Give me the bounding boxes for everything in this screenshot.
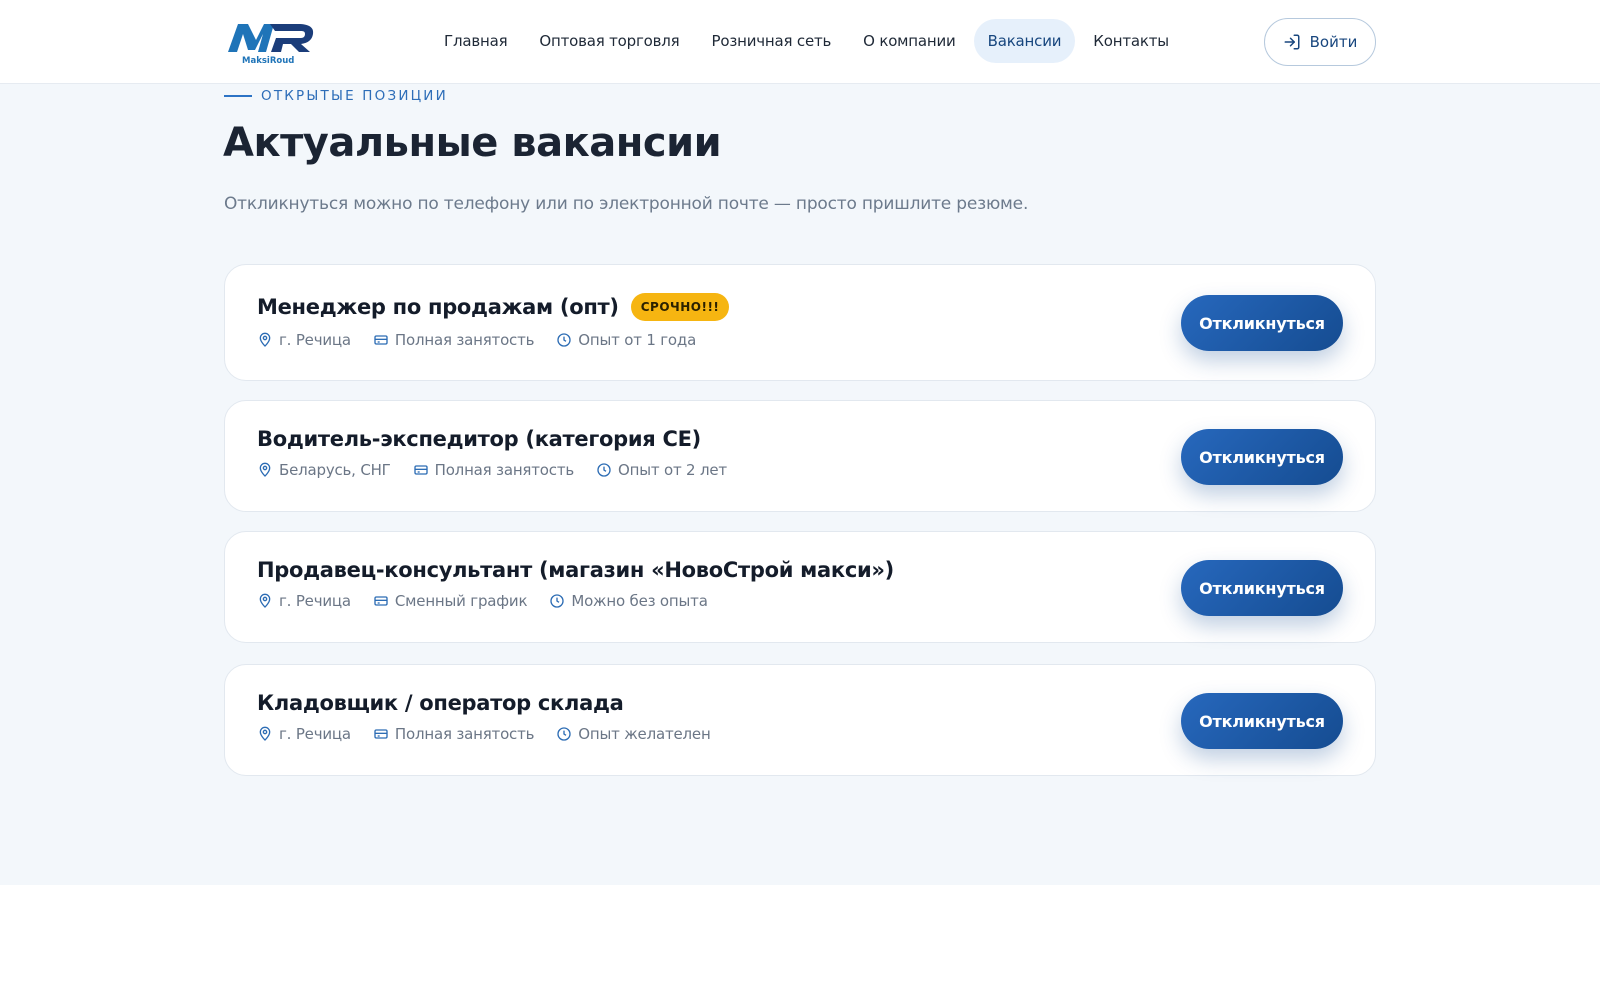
- card-icon: [374, 596, 388, 606]
- nav-item-home[interactable]: Главная: [430, 19, 521, 63]
- job-card: Менеджер по продажам (опт) СРОЧНО!!! г. …: [224, 264, 1376, 381]
- location-pin-icon: [259, 332, 271, 347]
- kicker-line: [224, 95, 252, 97]
- job-card: Кладовщик / оператор склада г. Речица По…: [224, 664, 1376, 776]
- job-experience-text: Опыт от 1 года: [578, 331, 697, 349]
- job-schedule: Полная занятость: [373, 725, 534, 743]
- urgent-badge: СРОЧНО!!!: [630, 293, 730, 321]
- clock-icon: [557, 333, 571, 347]
- job-title-row: Продавец-консультант (магазин «НовоСтрой…: [257, 558, 894, 582]
- job-schedule: Полная занятость: [413, 461, 574, 479]
- job-location: г. Речица: [257, 725, 351, 743]
- location-pin-icon: [259, 593, 271, 608]
- card-icon: [413, 465, 428, 475]
- job-title-row: Кладовщик / оператор склада: [257, 691, 624, 715]
- job-schedule-text: Полная занятость: [394, 725, 535, 743]
- job-title-row: Менеджер по продажам (опт) СРОЧНО!!!: [257, 293, 730, 321]
- logo-text: MaksiRoud: [242, 56, 294, 66]
- job-location-text: Беларусь, СНГ: [279, 461, 391, 479]
- page-subtitle: Откликнуться можно по телефону или по эл…: [224, 194, 1029, 214]
- kicker-text: ОТКРЫТЫЕ ПОЗИЦИИ: [261, 88, 448, 104]
- card-icon: [374, 729, 388, 739]
- job-title-row: Водитель-экспедитор (категория CE): [257, 427, 701, 451]
- logo[interactable]: MaksiRoud: [226, 18, 318, 66]
- site-header: MaksiRoud Главная Оптовая торговля Розни…: [0, 0, 1600, 84]
- main-nav: Главная Оптовая торговля Розничная сеть …: [430, 19, 1187, 63]
- job-title: Кладовщик / оператор склада: [257, 691, 624, 715]
- job-title: Водитель-экспедитор (категория CE): [257, 427, 701, 451]
- nav-item-contacts[interactable]: Контакты: [1079, 19, 1183, 63]
- apply-button[interactable]: Откликнуться: [1181, 429, 1343, 485]
- nav-item-retail[interactable]: Розничная сеть: [698, 19, 846, 63]
- job-schedule: Сменный график: [373, 592, 528, 610]
- job-experience: Можно без опыта: [549, 592, 708, 610]
- job-experience-text: Можно без опыта: [571, 592, 708, 610]
- location-pin-icon: [259, 726, 271, 741]
- job-experience-text: Опыт желателен: [578, 725, 711, 743]
- clock-icon: [557, 727, 571, 741]
- job-meta: Беларусь, СНГ Полная занятость Опыт от 2…: [257, 461, 749, 479]
- location-pin-icon: [259, 462, 271, 477]
- clock-icon: [550, 594, 564, 608]
- job-location: г. Речица: [257, 331, 351, 349]
- job-schedule: Полная занятость: [373, 331, 534, 349]
- section-kicker: ОТКРЫТЫЕ ПОЗИЦИИ: [224, 88, 448, 104]
- clock-icon: [597, 463, 611, 477]
- nav-item-about[interactable]: О компании: [849, 19, 969, 63]
- nav-item-wholesale[interactable]: Оптовая торговля: [525, 19, 693, 63]
- job-schedule-text: Сменный график: [394, 592, 528, 610]
- job-experience: Опыт от 1 года: [556, 331, 696, 349]
- job-meta: г. Речица Сменный график Можно без опыта: [257, 592, 730, 610]
- apply-button[interactable]: Откликнуться: [1181, 295, 1343, 351]
- login-icon: [1284, 34, 1300, 50]
- job-schedule-text: Полная занятость: [434, 461, 575, 479]
- job-location-text: г. Речица: [279, 592, 351, 610]
- job-location-text: г. Речица: [279, 725, 351, 743]
- login-label: Войти: [1309, 33, 1358, 51]
- vacancies-section: ОТКРЫТЫЕ ПОЗИЦИИ Актуальные вакансии Отк…: [0, 84, 1600, 885]
- job-card: Продавец-консультант (магазин «НовоСтрой…: [224, 531, 1376, 643]
- job-location: Беларусь, СНГ: [257, 461, 391, 479]
- card-icon: [374, 335, 388, 345]
- job-experience: Опыт желателен: [556, 725, 711, 743]
- nav-item-vacancies[interactable]: Вакансии: [973, 19, 1076, 63]
- job-title: Менеджер по продажам (опт): [257, 295, 619, 319]
- job-card: Водитель-экспедитор (категория CE) Белар…: [224, 400, 1376, 512]
- apply-button[interactable]: Откликнуться: [1181, 693, 1343, 749]
- job-meta: г. Речица Полная занятость Опыт от 1 год…: [257, 331, 718, 349]
- job-title: Продавец-консультант (магазин «НовоСтрой…: [257, 558, 894, 582]
- job-location: г. Речица: [257, 592, 351, 610]
- login-button[interactable]: Войти: [1264, 18, 1376, 66]
- job-experience-text: Опыт от 2 лет: [618, 461, 727, 479]
- job-location-text: г. Речица: [279, 331, 351, 349]
- job-experience: Опыт от 2 лет: [596, 461, 727, 479]
- job-meta: г. Речица Полная занятость Опыт желателе…: [257, 725, 733, 743]
- apply-button[interactable]: Откликнуться: [1181, 560, 1343, 616]
- logo-mark: MaksiRoud: [228, 24, 314, 66]
- job-schedule-text: Полная занятость: [394, 331, 535, 349]
- page-title: Актуальные вакансии: [223, 120, 722, 166]
